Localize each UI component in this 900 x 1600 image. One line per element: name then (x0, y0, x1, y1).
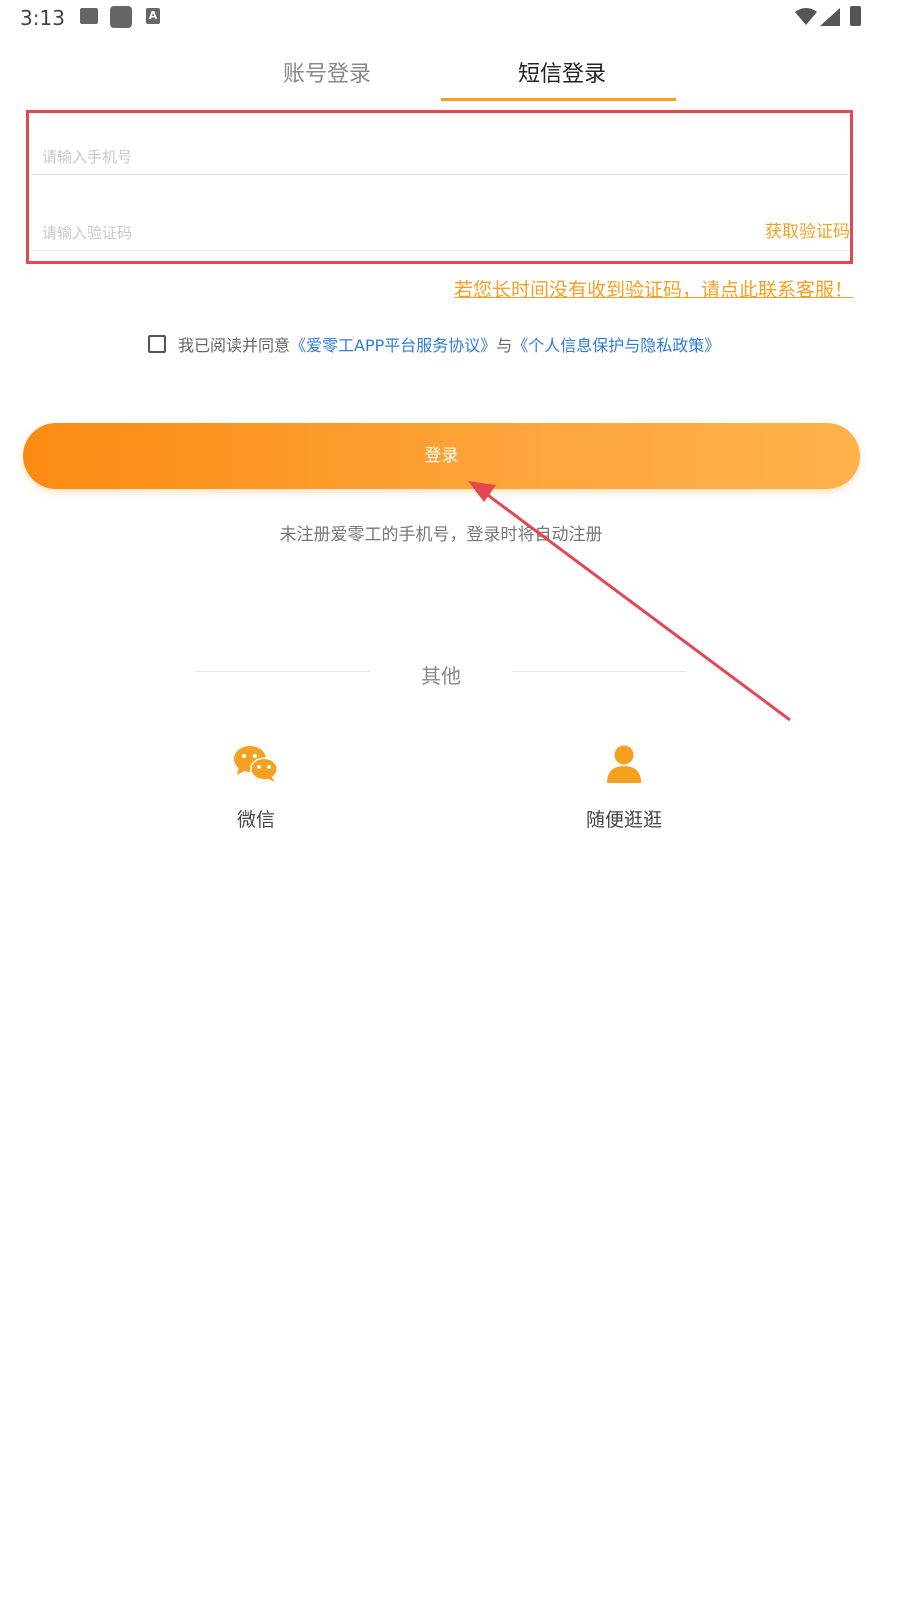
login-tabs: 账号登录 短信登录 (0, 48, 900, 102)
privacy-policy-link[interactable]: 《个人信息保护与隐私政策》 (512, 332, 720, 356)
battery-icon (850, 6, 861, 26)
divider-right (512, 671, 687, 672)
tab-sms-login[interactable]: 短信登录 (518, 56, 606, 88)
active-tab-indicator (441, 98, 676, 101)
wechat-icon (234, 746, 278, 782)
code-field: 获取验证码 (32, 175, 850, 251)
status-bar: 3:13 A (0, 0, 900, 36)
person-icon (607, 745, 641, 783)
wifi-icon (795, 8, 817, 25)
agreement-row: 我已阅读并同意 《爱零工APP平台服务协议》 与 《个人信息保护与隐私政策》 (148, 333, 720, 355)
phone-input[interactable] (42, 148, 742, 166)
login-button[interactable]: 登录 (23, 423, 860, 489)
get-code-button[interactable]: 获取验证码 (765, 217, 850, 242)
agreement-prefix: 我已阅读并同意 (178, 336, 291, 355)
wechat-login-option[interactable]: 微信 (186, 745, 326, 832)
browse-label: 随便逛逛 (585, 809, 662, 831)
phone-field (32, 113, 850, 175)
service-agreement-link[interactable]: 《爱零工APP平台服务协议》 (290, 332, 496, 356)
status-time: 3:13 (20, 6, 65, 30)
other-label: 其他 (421, 664, 461, 688)
agreement-checkbox[interactable] (148, 335, 166, 353)
contact-support-link[interactable]: 若您长时间没有收到验证码，请点此联系客服！ (454, 275, 853, 302)
square-icon (110, 6, 132, 28)
browse-option[interactable]: 随便逛逛 (554, 745, 694, 832)
wechat-label: 微信 (236, 809, 275, 831)
auto-register-note: 未注册爱零工的手机号，登录时将自动注册 (279, 525, 603, 545)
code-input[interactable] (42, 224, 742, 242)
agreement-and: 与 (496, 336, 513, 355)
sms-login-form: 获取验证码 (26, 110, 853, 264)
signal-icon (820, 8, 840, 26)
tab-account-login[interactable]: 账号登录 (283, 56, 371, 88)
image-icon (80, 8, 98, 24)
a-icon: A (146, 8, 160, 24)
